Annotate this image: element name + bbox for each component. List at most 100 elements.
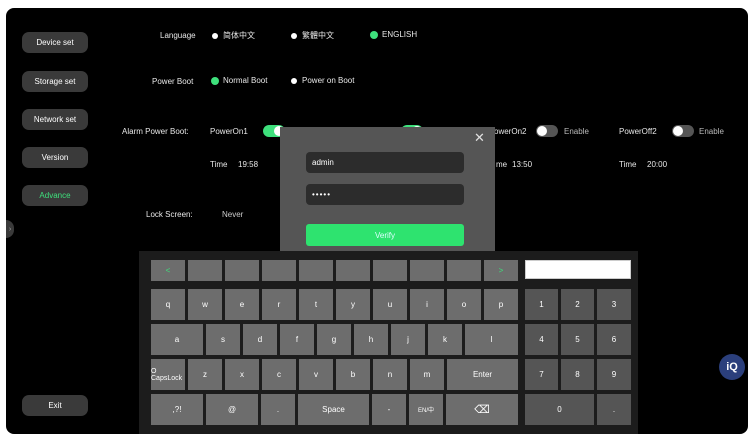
language-option-traditional[interactable]: 繁體中文 <box>291 30 334 41</box>
candidate-slot[interactable] <box>336 260 370 281</box>
at-key[interactable]: @ <box>206 394 258 425</box>
key-w[interactable]: w <box>188 289 222 320</box>
enter-key[interactable]: Enter <box>447 359 518 390</box>
key-a[interactable]: a <box>151 324 203 355</box>
time-label: Time <box>210 160 228 169</box>
nav-right-key[interactable]: > <box>484 260 518 281</box>
poweron2-enable-label: Enable <box>564 127 589 136</box>
toggle-knob <box>537 126 547 136</box>
key-q[interactable]: q <box>151 289 185 320</box>
backspace-icon[interactable]: ⌫ <box>446 394 518 425</box>
language-switch-key[interactable]: EN/中 <box>409 394 443 425</box>
radio-label: Normal Boot <box>223 76 268 85</box>
space-key[interactable]: Space <box>298 394 369 425</box>
key-7[interactable]: 7 <box>525 359 558 390</box>
sidebar-item-device-set[interactable]: Device set <box>22 32 88 53</box>
exit-button[interactable]: Exit <box>22 395 88 416</box>
radio-label: 繁體中文 <box>302 31 334 40</box>
key-c[interactable]: c <box>262 359 296 390</box>
poweroff2-toggle[interactable] <box>672 125 694 137</box>
candidate-slot[interactable] <box>262 260 296 281</box>
candidate-slot[interactable] <box>299 260 333 281</box>
nav-left-key[interactable]: < <box>151 260 185 281</box>
key-6[interactable]: 6 <box>597 324 631 355</box>
key-t[interactable]: t <box>299 289 333 320</box>
candidate-slot[interactable] <box>410 260 444 281</box>
verify-button[interactable]: Verify <box>306 224 464 246</box>
key-3[interactable]: 3 <box>597 289 631 320</box>
iq-assistant-icon[interactable]: iQ <box>719 354 745 380</box>
password-input[interactable]: ••••• <box>306 184 464 205</box>
key-d[interactable]: d <box>243 324 277 355</box>
key-1[interactable]: 1 <box>525 289 558 320</box>
key-p[interactable]: p <box>484 289 518 320</box>
key-4[interactable]: 4 <box>525 324 558 355</box>
key-e[interactable]: e <box>225 289 259 320</box>
input-preview-box <box>525 260 631 279</box>
key-decimal[interactable]: . <box>597 394 631 425</box>
close-icon[interactable]: ✕ <box>474 130 485 146</box>
poweron2-toggle[interactable] <box>536 125 558 137</box>
language-option-simplified[interactable]: 简体中文 <box>212 30 255 41</box>
username-input[interactable]: admin <box>306 152 464 173</box>
onscreen-keyboard: < > q w e r t y u i o p 1 2 3 a s d f g … <box>139 251 638 434</box>
key-8[interactable]: 8 <box>561 359 594 390</box>
key-2[interactable]: 2 <box>561 289 594 320</box>
key-v[interactable]: v <box>299 359 333 390</box>
poweron1-label: PowerOn1 <box>210 127 248 136</box>
capslock-key[interactable]: O CapsLock <box>151 359 185 390</box>
radio-selected-icon <box>371 31 377 38</box>
toggle-knob <box>673 126 683 136</box>
dot-key[interactable]: . <box>261 394 295 425</box>
radio-label: 简体中文 <box>223 31 255 40</box>
time-label: Time <box>619 160 637 169</box>
candidate-slot[interactable] <box>225 260 259 281</box>
key-0[interactable]: 0 <box>525 394 594 425</box>
language-option-english[interactable]: ENGLISH <box>371 30 417 39</box>
key-5[interactable]: 5 <box>561 324 594 355</box>
key-l[interactable]: l <box>465 324 518 355</box>
key-y[interactable]: y <box>336 289 370 320</box>
key-u[interactable]: u <box>373 289 407 320</box>
radio-label: Power on Boot <box>302 76 355 85</box>
time-label: me <box>496 160 508 169</box>
key-j[interactable]: j <box>391 324 425 355</box>
key-9[interactable]: 9 <box>597 359 631 390</box>
key-n[interactable]: n <box>373 359 407 390</box>
key-z[interactable]: z <box>188 359 222 390</box>
login-dialog: ✕ admin ••••• Verify <box>280 127 495 260</box>
radio-icon <box>291 77 297 84</box>
key-g[interactable]: g <box>317 324 351 355</box>
key-o[interactable]: o <box>447 289 481 320</box>
radio-label: ENGLISH <box>382 30 418 39</box>
key-m[interactable]: m <box>410 359 444 390</box>
sidebar-item-storage-set[interactable]: Storage set <box>22 71 88 92</box>
power-boot-option-normal[interactable]: Normal Boot <box>212 76 267 85</box>
expand-handle-icon[interactable]: › <box>6 220 14 238</box>
key-f[interactable]: f <box>280 324 314 355</box>
key-x[interactable]: x <box>225 359 259 390</box>
sidebar-item-version[interactable]: Version <box>22 147 88 168</box>
punctuation-key[interactable]: ,?! <box>151 394 203 425</box>
sidebar-item-advance[interactable]: Advance <box>22 185 88 206</box>
poweron2-label: owerOn2 <box>494 127 527 136</box>
key-h[interactable]: h <box>354 324 388 355</box>
candidate-slot[interactable] <box>447 260 481 281</box>
settings-screen: Device set Storage set Network set Versi… <box>6 8 748 434</box>
poweroff2-label: PowerOff2 <box>619 127 657 136</box>
poweroff2-time[interactable]: 20:00 <box>647 160 667 169</box>
key-b[interactable]: b <box>336 359 370 390</box>
key-s[interactable]: s <box>206 324 240 355</box>
key-k[interactable]: k <box>428 324 462 355</box>
dash-key[interactable]: - <box>372 394 406 425</box>
poweron1-time[interactable]: 19:58 <box>238 160 258 169</box>
poweron2-time[interactable]: 13:50 <box>512 160 532 169</box>
key-r[interactable]: r <box>262 289 296 320</box>
key-i[interactable]: i <box>410 289 444 320</box>
candidate-slot[interactable] <box>373 260 407 281</box>
candidate-slot[interactable] <box>188 260 222 281</box>
power-boot-option-power-on[interactable]: Power on Boot <box>291 76 354 85</box>
lock-screen-value[interactable]: Never <box>222 210 243 219</box>
poweroff2-enable-label: Enable <box>699 127 724 136</box>
sidebar-item-network-set[interactable]: Network set <box>22 109 88 130</box>
